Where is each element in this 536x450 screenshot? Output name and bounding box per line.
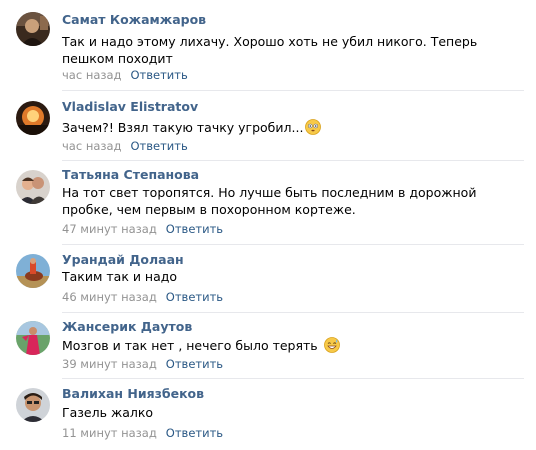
comment-author[interactable]: Жансерик Даутов (62, 319, 192, 334)
comment-meta: 47 минут назад Ответить (62, 222, 223, 236)
reply-button[interactable]: Ответить (131, 68, 188, 82)
comment-time[interactable]: час назад (62, 139, 122, 153)
divider (62, 160, 524, 161)
comment-text: Зачем?! Взял такую тачку угробил... (62, 119, 524, 136)
comment-author[interactable]: Vladislav Elistratov (62, 99, 198, 114)
comment-time[interactable]: 46 минут назад (62, 290, 157, 304)
comment-text: На тот свет торопятся. Но лучше быть пос… (62, 185, 477, 217)
divider (62, 244, 524, 245)
avatar[interactable] (16, 101, 50, 135)
comment-author[interactable]: Урандай Долаан (62, 252, 184, 267)
reply-button[interactable]: Ответить (166, 426, 223, 440)
avatar[interactable] (16, 254, 50, 288)
comment-meta: час назад Ответить (62, 68, 188, 82)
flushed-face-icon (305, 119, 322, 135)
reply-button[interactable]: Ответить (166, 290, 223, 304)
avatar[interactable] (16, 170, 50, 204)
comment-text: Газель жалко (62, 405, 154, 420)
divider (62, 312, 524, 313)
reply-button[interactable]: Ответить (166, 357, 223, 371)
divider (62, 378, 524, 379)
avatar[interactable] (16, 321, 50, 355)
comment-meta: час назад Ответить (62, 139, 188, 153)
reply-button[interactable]: Ответить (131, 139, 188, 153)
comment-text-content: Зачем?! Взял такую тачку угробил... (62, 120, 304, 135)
comment-author[interactable]: Валихан Ниязбеков (62, 386, 204, 401)
comment-text: Таким так и надо (62, 269, 178, 284)
comment-time[interactable]: 47 минут назад (62, 222, 157, 236)
comment-meta: 46 минут назад Ответить (62, 290, 223, 304)
comment-time[interactable]: час назад (62, 68, 122, 82)
divider (62, 90, 524, 91)
comment-meta: 11 минут назад Ответить (62, 426, 223, 440)
reply-button[interactable]: Ответить (166, 222, 223, 236)
grinning-sweat-face-icon (323, 337, 340, 353)
avatar[interactable] (16, 12, 50, 46)
comment-text: Так и надо этому лихачу. Хорошо хоть не … (62, 34, 478, 66)
comment-time[interactable]: 11 минут назад (62, 426, 157, 440)
comment-meta: 39 минут назад Ответить (62, 357, 223, 371)
comment-time[interactable]: 39 минут назад (62, 357, 157, 371)
comment-text-content: Мозгов и так нет , нечего было терять (62, 338, 318, 353)
avatar[interactable] (16, 388, 50, 422)
comment-author[interactable]: Татьяна Степанова (62, 167, 199, 182)
comment-text: Мозгов и так нет , нечего было терять (62, 337, 524, 354)
comments-list: Самат Кожамжаров Так и надо этому лихачу… (0, 0, 536, 450)
comment-author[interactable]: Самат Кожамжаров (62, 12, 206, 27)
